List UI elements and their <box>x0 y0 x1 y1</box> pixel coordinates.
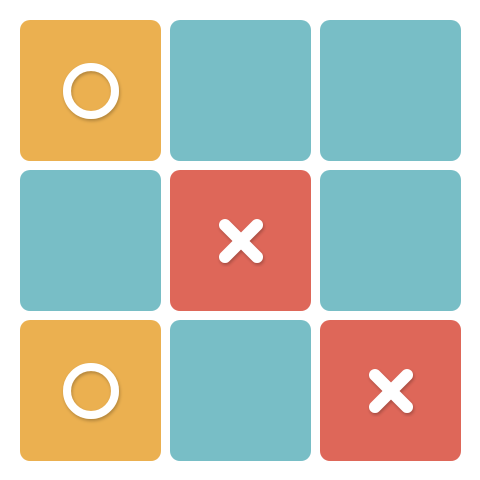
board-cell-r1-c3[interactable] <box>320 20 461 161</box>
x-mark-icon <box>209 209 273 273</box>
x-mark-icon <box>359 359 423 423</box>
board-cell-r1-c1[interactable] <box>20 20 161 161</box>
board-cell-r1-c2[interactable] <box>170 20 311 161</box>
board-cell-r3-c2[interactable] <box>170 320 311 461</box>
o-mark-icon <box>59 359 123 423</box>
board-cell-r3-c3[interactable] <box>320 320 461 461</box>
board-cell-r3-c1[interactable] <box>20 320 161 461</box>
board-cell-r2-c1[interactable] <box>20 170 161 311</box>
board-cell-r2-c3[interactable] <box>320 170 461 311</box>
o-mark-icon <box>59 59 123 123</box>
board-cell-r2-c2[interactable] <box>170 170 311 311</box>
tic-tac-toe-board <box>20 20 461 461</box>
